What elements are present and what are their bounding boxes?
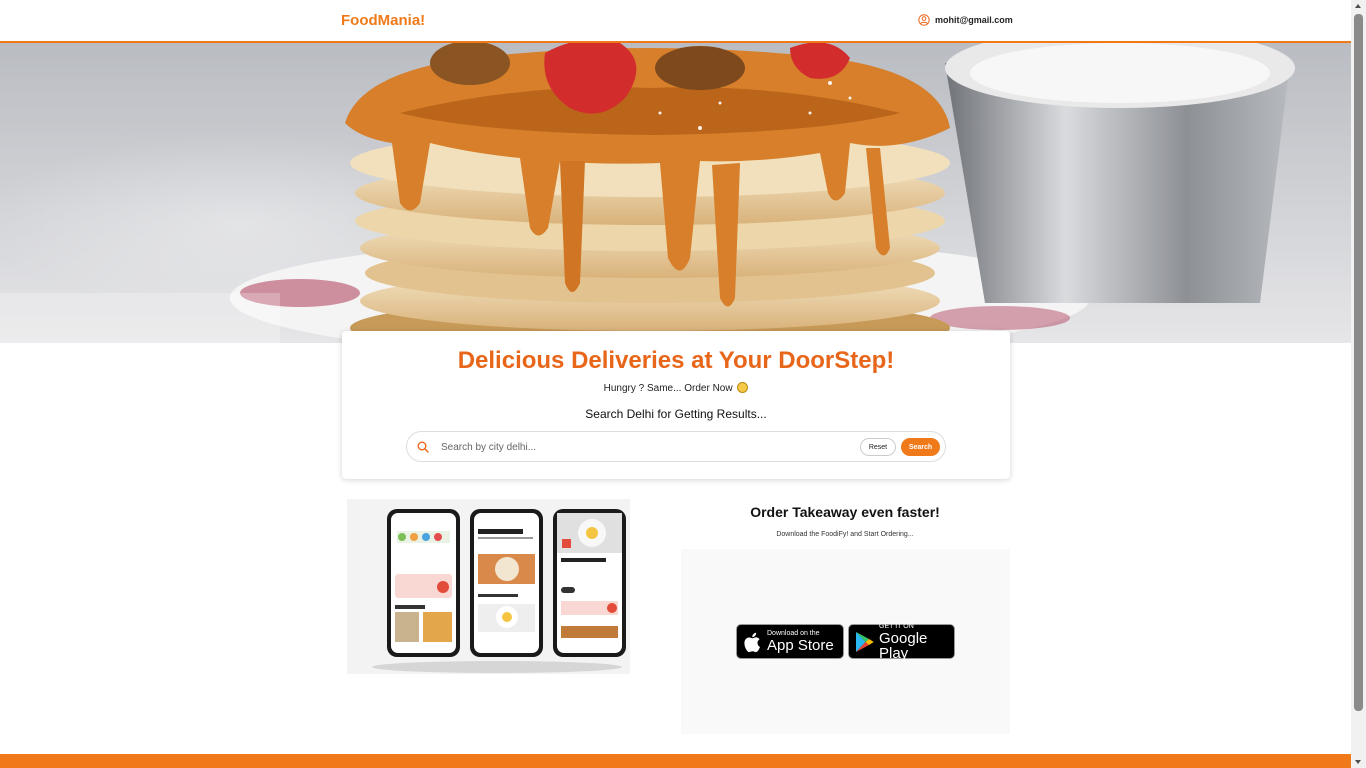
app-download-box: Download on the App Store GET IT ON Goog… — [681, 549, 1010, 734]
scroll-up-arrow-icon[interactable] — [1355, 4, 1361, 8]
top-navbar: FoodMania! mohit@gmail.com — [0, 0, 1351, 43]
hero-subheading: Hungry ? Same... Order Now — [342, 382, 1010, 394]
search-card: Delicious Deliveries at Your DoorStep! H… — [342, 331, 1010, 479]
promo-subtitle: Download the FoodiFy! and Start Ordering… — [776, 531, 914, 538]
phone-mockup-1 — [387, 509, 460, 657]
city-search-input[interactable] — [441, 438, 851, 457]
app-phones-image — [347, 499, 630, 674]
app-store-label: App Store — [767, 637, 834, 654]
hero-image — [0, 43, 1351, 343]
scroll-down-arrow-icon[interactable] — [1355, 760, 1361, 764]
phone-mockup-2 — [470, 509, 543, 657]
apple-icon — [744, 632, 760, 652]
search-bar: Reset Search — [406, 431, 946, 462]
user-icon — [918, 14, 930, 26]
scrollbar-thumb[interactable] — [1354, 14, 1363, 711]
phones-illustration — [347, 499, 630, 674]
yum-emoji-icon — [737, 382, 749, 393]
hero-pancake-illustration — [0, 43, 1351, 343]
hero-heading: Delicious Deliveries at Your DoorStep! — [457, 347, 895, 374]
footer-bar — [0, 754, 1351, 768]
reset-button[interactable]: Reset — [860, 438, 896, 456]
app-store-small-label: Download on the — [767, 630, 820, 637]
page-scrollbar[interactable] — [1351, 0, 1366, 768]
search-icon — [417, 441, 429, 453]
search-hint: Search Delhi for Getting Results... — [585, 407, 767, 421]
google-play-icon — [856, 631, 874, 652]
user-email: mohit@gmail.com — [935, 15, 1013, 25]
app-store-button[interactable]: Download on the App Store — [736, 624, 844, 659]
user-menu[interactable]: mohit@gmail.com — [918, 14, 1013, 26]
subheading-text: Hungry ? Same... Order Now — [603, 383, 733, 394]
google-play-small-label: GET IT ON — [879, 622, 914, 630]
promo-title: Order Takeaway even faster! — [750, 504, 940, 520]
search-button[interactable]: Search — [901, 438, 940, 456]
google-play-label: Google Play — [879, 629, 928, 662]
google-play-button[interactable]: GET IT ON Google Play — [848, 622, 955, 662]
phone-mockup-3 — [553, 509, 626, 657]
brand-logo[interactable]: FoodMania! — [341, 12, 425, 29]
